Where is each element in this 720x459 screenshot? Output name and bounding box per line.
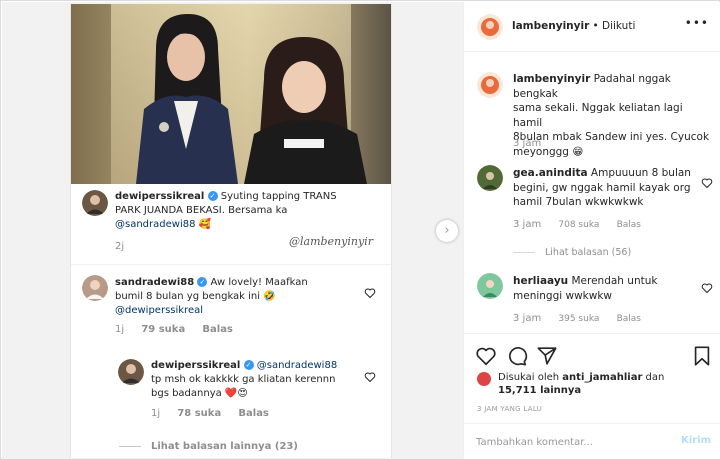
avatar[interactable]: [477, 72, 503, 98]
avatar[interactable]: [477, 372, 491, 386]
comment-text: begini, gw nggak hamil kayak org: [513, 181, 691, 194]
likes-count[interactable]: 15,711 lainnya: [498, 385, 581, 396]
comment-text: bumil 8 bulan yg bengkak ini 🤣: [115, 291, 276, 302]
comment-time[interactable]: 3 jam: [513, 219, 541, 230]
comment-bubble-icon[interactable]: [506, 345, 528, 367]
comment-time: 1j: [115, 324, 125, 335]
post-timestamp[interactable]: 3 JAM YANG LALU: [477, 405, 542, 413]
reply-button[interactable]: Balas: [617, 220, 641, 230]
avatar[interactable]: [477, 165, 503, 191]
like-heart-icon[interactable]: [364, 287, 376, 299]
comment-input[interactable]: [476, 433, 671, 451]
header-username[interactable]: lambenyinyir: [512, 20, 589, 32]
comment-text: meninggi wwkwkw: [513, 289, 613, 302]
verified-badge-icon: ✓: [243, 360, 254, 370]
share-icon[interactable]: [536, 345, 558, 367]
bookmark-icon[interactable]: [691, 345, 713, 367]
avatar[interactable]: [82, 190, 108, 216]
comment-text: hamil 7bulan wkwkwkwk: [513, 196, 644, 208]
comment-text: Syuting tapping TRANS: [217, 191, 337, 202]
comment-text: tp msh ok kakkkk ga kliatan kerennn: [151, 374, 336, 385]
reply-button[interactable]: Balas: [617, 314, 641, 324]
avatar[interactable]: [477, 14, 503, 40]
comment-time[interactable]: 3 jam: [513, 313, 541, 324]
instagram-post-window: dewiperssikreal ✓ Syuting tapping TRANS …: [0, 0, 720, 459]
comment-likes[interactable]: 78 suka: [177, 408, 221, 419]
comment-time: 2j: [115, 241, 125, 252]
liked-by-username[interactable]: anti_jamahliar: [562, 372, 642, 383]
comment-time: 1j: [151, 408, 161, 419]
comment-username[interactable]: gea.anindita: [513, 167, 588, 179]
comment-emoji: 🥰: [198, 219, 212, 230]
mention-link[interactable]: @sandradewi88: [115, 219, 195, 230]
next-arrow-icon[interactable]: ›: [436, 220, 458, 242]
view-replies[interactable]: Lihat balasan (56): [513, 247, 631, 258]
comment-username[interactable]: dewiperssikreal: [151, 360, 240, 371]
avatar[interactable]: [477, 273, 503, 299]
post-photo: [71, 4, 391, 184]
post-media-area: dewiperssikreal ✓ Syuting tapping TRANS …: [2, 2, 463, 459]
caption-text: sama sekali. Nggak keliatan lagi hamil: [513, 102, 683, 129]
girl-in-black-tshirt-figure: [244, 37, 367, 184]
comment-username[interactable]: sandradewi88: [115, 277, 194, 288]
post-image[interactable]: dewiperssikreal ✓ Syuting tapping TRANS …: [70, 4, 392, 458]
comment-likes[interactable]: 79 suka: [141, 324, 185, 335]
caption-time[interactable]: 3 jam: [513, 138, 541, 149]
heart-icon[interactable]: [475, 345, 497, 367]
comment-text: bgs badannya ❤️😍: [151, 388, 248, 399]
comment-likes[interactable]: 395 suka: [558, 314, 599, 324]
woman-in-blazer-figure: [136, 14, 238, 184]
post-comment-button[interactable]: Kirim: [681, 435, 711, 446]
reply-button[interactable]: Balas: [202, 324, 233, 335]
verified-badge-icon: ✓: [207, 191, 218, 201]
avatar[interactable]: [118, 359, 144, 385]
liked-by-text: Disukai oleh anti_jamahliar dan 15,711 l…: [498, 372, 665, 396]
comment-likes[interactable]: 708 suka: [558, 220, 599, 230]
ellipsis-icon[interactable]: •••: [685, 16, 709, 30]
like-heart-icon[interactable]: [364, 371, 376, 383]
comment-text: Ampuuuun 8 bulan: [587, 167, 691, 179]
mention-link[interactable]: @sandradewi88: [257, 360, 337, 371]
follow-status[interactable]: • Diikuti: [592, 20, 635, 32]
verified-badge-icon: ✓: [197, 277, 208, 287]
like-heart-icon[interactable]: [701, 177, 713, 189]
post-actions: Disukai oleh anti_jamahliar dan 15,711 l…: [464, 333, 720, 433]
mention-link[interactable]: @dewiperssikreal: [115, 305, 203, 316]
caption-username[interactable]: lambenyinyir: [513, 73, 590, 85]
comment-username[interactable]: herliaayu: [513, 275, 568, 287]
watermark: @lambenyinyir: [289, 235, 373, 248]
add-comment-bar: Kirim: [464, 423, 720, 459]
divider: [71, 264, 391, 265]
comment-text: Merendah untuk: [568, 275, 658, 287]
post-header: lambenyinyir • Diikuti •••: [464, 2, 720, 52]
view-more-replies[interactable]: Lihat balasan lainnya (23): [119, 441, 312, 452]
like-heart-icon[interactable]: [701, 282, 713, 294]
comment-text: Aw lovely! Maafkan: [207, 277, 308, 288]
comment-text: PARK JUANDA BEKASI. Bersama ka: [115, 205, 288, 216]
reply-button[interactable]: Balas: [238, 408, 269, 419]
comment-username[interactable]: dewiperssikreal: [115, 191, 204, 202]
post-side-panel: lambenyinyir • Diikuti ••• lambenyinyir …: [463, 2, 720, 459]
avatar[interactable]: [82, 275, 108, 301]
